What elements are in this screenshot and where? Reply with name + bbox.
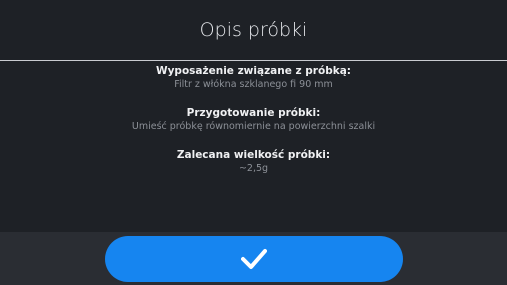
equipment-value: Filtr z włókna szklanego fi 90 mm	[174, 79, 333, 90]
dialog-title: Opis próbki	[199, 19, 308, 41]
equipment-section: Wyposażenie związane z próbką: Filtr z w…	[0, 64, 507, 92]
sample-size-value: ~2,5g	[238, 163, 269, 174]
sample-description-dialog: Opis próbki Wyposażenie związane z próbk…	[0, 0, 507, 285]
ok-button[interactable]	[105, 236, 403, 282]
preparation-label: Przygotowanie próbki:	[186, 107, 321, 119]
preparation-section: Przygotowanie próbki: Umieść próbkę równ…	[0, 106, 507, 134]
sample-size-label: Zalecana wielkość próbki:	[176, 149, 331, 161]
preparation-value: Umieść próbkę równomiernie na powierzchn…	[131, 121, 376, 132]
checkmark-icon	[241, 249, 267, 269]
sample-size-section: Zalecana wielkość próbki: ~2,5g	[0, 148, 507, 176]
title-divider	[0, 60, 507, 61]
equipment-label: Wyposażenie związane z próbką:	[156, 65, 351, 77]
dialog-content: Wyposażenie związane z próbką: Filtr z w…	[0, 64, 507, 190]
